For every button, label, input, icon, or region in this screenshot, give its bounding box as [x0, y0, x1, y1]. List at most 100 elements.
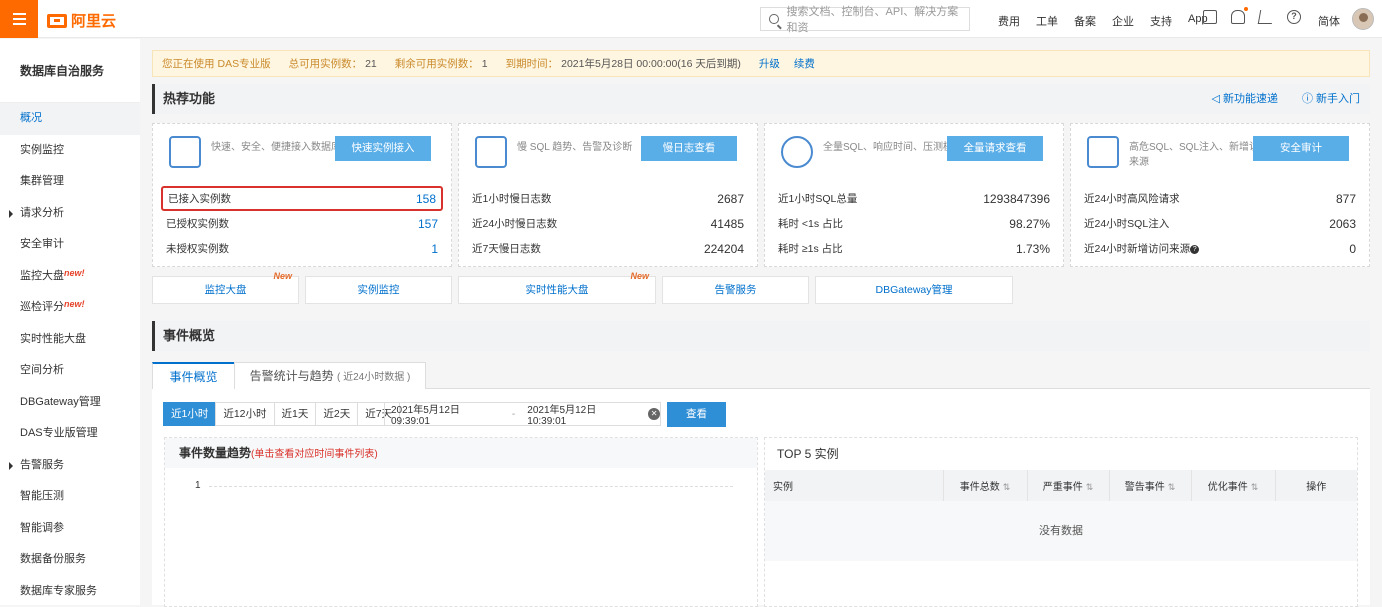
question-icon[interactable]: ? — [1190, 245, 1199, 254]
quick-link-instance-monitor[interactable]: 实例监控 — [305, 276, 452, 304]
stat-value: 98.27% — [1009, 217, 1050, 231]
view-button[interactable]: 查看 — [667, 402, 726, 427]
sidebar-item-tuning[interactable]: 智能调参 — [0, 513, 140, 545]
stat-value[interactable]: 1 — [431, 242, 438, 256]
stat-value[interactable]: 157 — [418, 217, 438, 231]
stat-label: 已授权实例数 — [166, 216, 229, 231]
quick-link-label: DBGateway管理 — [875, 284, 952, 296]
stat-label: 耗时 ≥1s 占比 — [778, 241, 843, 256]
event-trend-chart: 事件数量趋势(单击查看对应时间事件列表) 1 — [164, 437, 758, 607]
stat-label: 未授权实例数 — [166, 241, 229, 256]
col-warning[interactable]: 警告事件⇅ — [1109, 470, 1191, 501]
sort-icon[interactable]: ⇅ — [1003, 482, 1011, 492]
sort-icon[interactable]: ⇅ — [1251, 482, 1259, 492]
avatar[interactable] — [1352, 8, 1374, 30]
sort-icon[interactable]: ⇅ — [1168, 482, 1176, 492]
notice-using-value: DAS专业版 — [218, 56, 271, 71]
quick-link-dashboard[interactable]: 监控大盘New — [152, 276, 299, 304]
stat-label: 近24小时慢日志数 — [472, 216, 557, 231]
sidebar-item-cluster[interactable]: 集群管理 — [0, 166, 140, 198]
sidebar-item-das-pro[interactable]: DAS专业版管理 — [0, 418, 140, 450]
sidebar-item-stress-test[interactable]: 智能压测 — [0, 481, 140, 513]
sidebar-item-request-analysis[interactable]: 请求分析 — [0, 198, 140, 230]
new-badge: new! — [64, 268, 85, 278]
whats-new-link[interactable]: ◁新功能速递 — [1212, 84, 1278, 114]
stat-label: 近24小时SQL注入 — [1084, 216, 1169, 231]
help-icon[interactable]: ? — [1287, 10, 1301, 24]
sidebar-item-instance-monitor[interactable]: 实例监控 — [0, 135, 140, 167]
tab-event-overview[interactable]: 事件概览 — [152, 362, 235, 389]
search-input[interactable]: 搜索文档、控制台、API、解决方案和资 — [760, 7, 970, 31]
stat-row: 耗时 ≥1s 占比1.73% — [777, 236, 1051, 261]
quick-link-realtime-perf[interactable]: 实时性能大盘New — [458, 276, 656, 304]
sidebar-item-realtime-perf[interactable]: 实时性能大盘 — [0, 324, 140, 356]
sidebar-item-dashboard[interactable]: 监控大盘new! — [0, 261, 140, 293]
sort-icon[interactable]: ⇅ — [1086, 482, 1094, 492]
sidebar-item-security-audit[interactable]: 安全审计 — [0, 229, 140, 261]
caret-right-icon — [9, 462, 13, 470]
security-audit-button[interactable]: 安全审计 — [1253, 136, 1349, 161]
trend-tip: (单击查看对应时间事件列表) — [251, 449, 378, 460]
top-link-icp[interactable]: 备案 — [1074, 13, 1096, 29]
upgrade-link[interactable]: 升级 — [759, 56, 780, 71]
quick-link-label: 告警服务 — [715, 284, 757, 296]
sidebar-item-backup[interactable]: 数据备份服务 — [0, 544, 140, 576]
sidebar-item-label: 实时性能大盘 — [20, 333, 86, 345]
quick-link-dbgateway[interactable]: DBGateway管理 — [815, 276, 1013, 304]
fullsql-view-button[interactable]: 全量请求查看 — [947, 136, 1043, 161]
top-link-support[interactable]: 支持 — [1150, 13, 1172, 29]
sidebar-item-inspection[interactable]: 巡检评分new! — [0, 292, 140, 324]
stat-row: 近24小时高风险请求877 — [1083, 186, 1357, 211]
clear-icon[interactable]: ✕ — [648, 408, 660, 420]
stat-row-connected-highlighted: 已接入实例数158 — [161, 186, 443, 211]
range-12h[interactable]: 近12小时 — [215, 402, 274, 426]
notice-using-label: 您正在使用 — [162, 56, 215, 71]
col-optimize[interactable]: 优化事件⇅ — [1191, 470, 1275, 501]
renew-link[interactable]: 续费 — [794, 56, 815, 71]
date-range-picker[interactable]: 2021年5月12日 09:39:01 - 2021年5月12日 10:39:0… — [384, 402, 661, 426]
range-2d[interactable]: 近2天 — [315, 402, 358, 426]
section-title: 热荐功能 — [163, 91, 215, 106]
sidebar-item-expert[interactable]: 数据库专家服务 — [0, 576, 140, 607]
getting-started-label: 新手入门 — [1316, 93, 1360, 105]
getting-started-link[interactable]: ⓘ新手入门 — [1302, 84, 1360, 114]
date-start[interactable]: 2021年5月12日 09:39:01 — [391, 401, 500, 427]
quick-link-label: 实时性能大盘 — [526, 284, 589, 296]
sidebar-item-dbgateway[interactable]: DBGateway管理 — [0, 387, 140, 419]
top-link-enterprise[interactable]: 企业 — [1112, 13, 1134, 29]
top-link-fees[interactable]: 费用 — [998, 13, 1020, 29]
stat-value: 0 — [1349, 242, 1356, 256]
shield-icon — [1087, 136, 1119, 168]
sidebar-item-alerts[interactable]: 告警服务 — [0, 450, 140, 482]
date-end[interactable]: 2021年5月12日 10:39:01 — [527, 401, 636, 427]
events-panel: 近1小时 近12小时 近1天 近2天 近7天 2021年5月12日 09:39:… — [152, 389, 1370, 605]
col-total[interactable]: 事件总数⇅ — [943, 470, 1027, 501]
quick-access-button[interactable]: 快速实例接入 — [335, 136, 431, 161]
notice-expire-value: 2021年5月28日 00:00:00(16 天后到期) — [561, 56, 741, 71]
terminal-icon[interactable] — [1203, 10, 1217, 24]
top-link-tickets[interactable]: 工单 — [1036, 13, 1058, 29]
col-critical[interactable]: 严重事件⇅ — [1027, 470, 1109, 501]
tab-alert-stats[interactable]: 告警统计与趋势 ( 近24小时数据 ) — [234, 362, 426, 389]
sidebar-item-label: DBGateway管理 — [20, 396, 101, 408]
sidebar-item-overview[interactable]: 概况 — [0, 103, 140, 135]
range-1h[interactable]: 近1小时 — [163, 402, 216, 426]
section-title: 事件概览 — [163, 328, 215, 343]
sidebar-item-label: 智能压测 — [20, 490, 64, 502]
sidebar-item-label: 实例监控 — [20, 144, 64, 156]
language-switch[interactable]: 简体 — [1318, 13, 1340, 29]
range-1d[interactable]: 近1天 — [274, 402, 317, 426]
aliyun-logo[interactable]: 阿里云 — [47, 10, 116, 31]
quick-link-alerts[interactable]: 告警服务 — [662, 276, 809, 304]
stat-value[interactable]: 158 — [416, 192, 436, 206]
sidebar-item-label: 巡检评分 — [20, 301, 64, 313]
sidebar-item-space-analysis[interactable]: 空间分析 — [0, 355, 140, 387]
stat-row: 近24小时SQL注入2063 — [1083, 211, 1357, 236]
stat-label: 近24小时新增访问来源 — [1084, 243, 1190, 255]
slowlog-view-button[interactable]: 慢日志查看 — [641, 136, 737, 161]
sidebar-item-label: 概况 — [20, 112, 42, 124]
hamburger-menu-icon[interactable] — [0, 0, 38, 38]
notification-bell-icon[interactable] — [1231, 10, 1245, 24]
top5-instances: TOP 5 实例 实例 事件总数⇅ 严重事件⇅ 警告事件⇅ 优化事件⇅ 操作 没… — [764, 437, 1358, 607]
cart-icon[interactable] — [1258, 10, 1274, 24]
